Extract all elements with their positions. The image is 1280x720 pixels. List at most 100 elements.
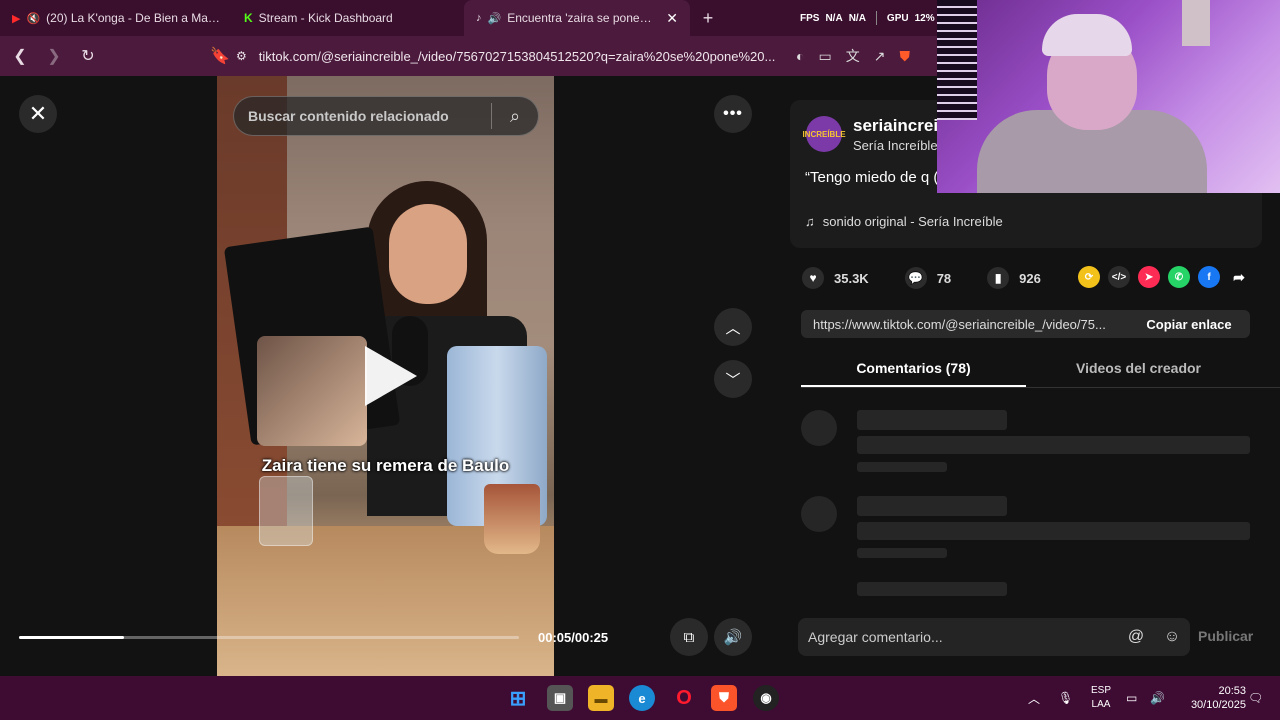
sound-title: sonido original - Sería Increíble <box>822 214 1003 229</box>
translate-icon[interactable]: 文 <box>846 46 860 66</box>
comment-input-bar: Agregar comentario... @ ☺ <box>798 618 1190 656</box>
video-link-box: https://www.tiktok.com/@seriaincreible_/… <box>801 310 1250 338</box>
language-indicator[interactable]: ESP LAA <box>1086 684 1116 712</box>
progress-fill <box>19 636 124 639</box>
gpu-label: GPU <box>886 12 909 24</box>
related-search-box[interactable]: Buscar contenido relacionado ⌕ <box>233 96 539 136</box>
edge-icon[interactable]: e <box>629 685 655 711</box>
bookmark-icon[interactable]: 🔖 <box>206 42 234 70</box>
obs-icon[interactable]: ◉ <box>753 685 779 711</box>
share-arrow-icon[interactable]: ➦ <box>1228 266 1250 288</box>
brave-icon[interactable]: ⛊ <box>711 685 737 711</box>
search-input[interactable]: Buscar contenido relacionado <box>234 108 491 124</box>
facebook-icon[interactable]: f <box>1198 266 1220 288</box>
search-icon[interactable]: ⌕ <box>492 106 538 127</box>
chevron-up-icon: ︿ <box>725 319 741 337</box>
windows-start-icon[interactable]: ⊞ <box>505 685 531 711</box>
video-timecode: 00:05/00:25 <box>538 630 609 645</box>
tab-kick-dashboard[interactable]: K Stream - Kick Dashboard <box>232 0 464 36</box>
mute-icon[interactable]: 🔇 <box>26 12 40 25</box>
tab-youtube[interactable]: ▶ 🔇 (20) La K'onga - De Bien a Mal (V <box>0 0 232 36</box>
next-video-button[interactable]: ﹀ <box>714 360 752 398</box>
cast-icon[interactable]: ▭ <box>818 48 831 65</box>
loading-placeholder <box>857 548 947 558</box>
site-settings-icon[interactable]: ⚙ <box>236 49 247 63</box>
close-video-button[interactable]: ✕ <box>19 95 57 133</box>
avatar[interactable]: INCREÍBLE <box>802 116 846 152</box>
address-bar-actions: ◐ ▭ 文 ↗ ⛊ <box>796 42 910 70</box>
microphone-icon[interactable]: 🎙 <box>1058 676 1073 720</box>
forward-button[interactable]: ❯ <box>40 42 68 70</box>
more-options-button[interactable]: ••• <box>714 95 752 133</box>
embed-icon[interactable]: </> <box>1108 266 1130 288</box>
play-icon[interactable] <box>365 346 417 406</box>
video-frame[interactable]: Zaira tiene su remera de Baulo <box>217 76 554 676</box>
opera-icon[interactable]: O <box>671 685 697 711</box>
send-friends-icon[interactable]: ➤ <box>1138 266 1160 288</box>
repost-icon[interactable]: ⟳ <box>1078 266 1100 288</box>
comment-input[interactable]: Agregar comentario... <box>798 629 1118 645</box>
tiktok-icon: ♪ <box>476 12 482 24</box>
whatsapp-icon[interactable]: ✆ <box>1168 266 1190 288</box>
speaker-icon[interactable]: 🔊 <box>1150 676 1165 720</box>
kick-icon: K <box>244 11 253 25</box>
comment-icon: 💬 <box>908 271 924 285</box>
video-progress-bar[interactable] <box>19 636 519 639</box>
time-current: 00:05 <box>538 630 572 645</box>
video-scene <box>484 484 540 554</box>
network-icon[interactable]: ▭ <box>1126 676 1137 720</box>
comment-count: 78 <box>936 270 952 286</box>
webcam-scene <box>1182 0 1210 46</box>
reader-off-icon[interactable]: ◐ <box>796 48 804 64</box>
publish-button[interactable]: Publicar <box>1198 628 1253 644</box>
divider <box>875 11 877 25</box>
tab-title: (20) La K'onga - De Bien a Mal (V <box>46 11 220 25</box>
sound-link[interactable]: ♫ sonido original - Sería Increíble <box>805 214 1003 229</box>
floating-player-button[interactable]: ⧉ <box>670 618 708 656</box>
share-options: ⟳ </> ➤ ✆ f ➦ <box>1078 266 1250 288</box>
engagement-actions: ♥ 35.3K 💬 78 ▮ 926 <box>802 266 1041 290</box>
video-link[interactable]: https://www.tiktok.com/@seriaincreible_/… <box>801 317 1128 332</box>
tab-comments[interactable]: Comentarios (78) <box>801 352 1026 387</box>
avatar-text: INCREÍBLE <box>802 129 846 139</box>
panel-tabs: Comentarios (78) Videos del creador <box>801 352 1280 388</box>
close-tab-icon[interactable]: ✕ <box>666 10 678 27</box>
fps-value-2: N/A <box>848 12 866 24</box>
loading-placeholder <box>857 436 1250 454</box>
system-clock[interactable]: 20:53 30/10/2025 <box>1176 684 1246 712</box>
back-button[interactable]: ❮ <box>6 42 34 70</box>
comment-button[interactable]: 💬 <box>904 267 927 289</box>
loading-placeholder <box>857 462 947 472</box>
notification-icon[interactable]: 🗨 <box>1248 676 1263 720</box>
clock-time: 20:53 <box>1218 685 1246 697</box>
volume-button[interactable]: 🔊 <box>714 618 752 656</box>
audio-icon[interactable]: 🔊 <box>488 12 502 25</box>
save-button[interactable]: ▮ <box>987 267 1010 289</box>
new-tab-button[interactable]: + <box>690 8 726 29</box>
clock-date: 30/10/2025 <box>1190 699 1246 711</box>
loading-placeholder <box>857 522 1250 540</box>
music-note-icon: ♫ <box>805 214 815 229</box>
like-button[interactable]: ♥ <box>802 267 824 289</box>
heart-icon: ♥ <box>809 271 817 285</box>
webcam-scene <box>937 0 977 120</box>
file-explorer-icon[interactable]: ▬ <box>588 685 614 711</box>
creator-name: Sería Increíble <box>853 138 938 153</box>
performance-overlay: FPS N/A N/A GPU 12% 53 <box>800 0 952 36</box>
windows-taskbar: ⊞ ▣ ▬ e O ⛊ ◉ ︿ 🎙 ESP LAA ▭ 🔊 20:53 30/1… <box>0 676 1280 720</box>
tray-chevron-up-icon[interactable]: ︿ <box>1028 676 1040 720</box>
previous-video-button[interactable]: ︿ <box>714 308 752 346</box>
task-view-icon[interactable]: ▣ <box>547 685 573 711</box>
reload-button[interactable]: ↻ <box>74 42 102 70</box>
copy-link-button[interactable]: Copiar enlace <box>1128 317 1250 332</box>
url-text: tiktok.com/@seriaincreible_/video/756702… <box>258 48 776 64</box>
creator-handle[interactable]: seriaincrei <box>853 116 938 136</box>
mention-icon[interactable]: @ <box>1118 628 1154 646</box>
video-scene <box>259 476 313 546</box>
tab-tiktok[interactable]: ♪ 🔊 Encuentra 'zaira se pone rem ✕ <box>464 0 690 36</box>
share-page-icon[interactable]: ↗ <box>874 48 886 65</box>
brave-shield-icon[interactable]: ⛊ <box>899 48 910 65</box>
loading-placeholder <box>857 496 1007 516</box>
tab-creator-videos[interactable]: Videos del creador <box>1026 352 1251 387</box>
emoji-icon[interactable]: ☺ <box>1154 628 1190 646</box>
